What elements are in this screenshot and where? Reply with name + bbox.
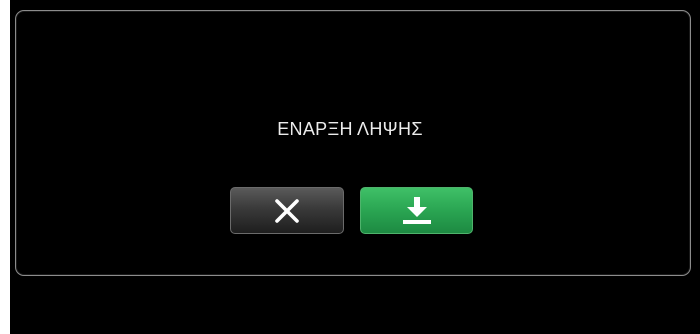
download-button[interactable] — [360, 187, 473, 234]
download-icon — [402, 196, 431, 224]
close-icon — [275, 198, 299, 223]
dialog-title: ΕΝΑΡΞΗ ΛΗΨΗΣ — [277, 119, 423, 139]
cancel-button[interactable] — [230, 187, 344, 234]
download-dialog — [15, 10, 691, 276]
